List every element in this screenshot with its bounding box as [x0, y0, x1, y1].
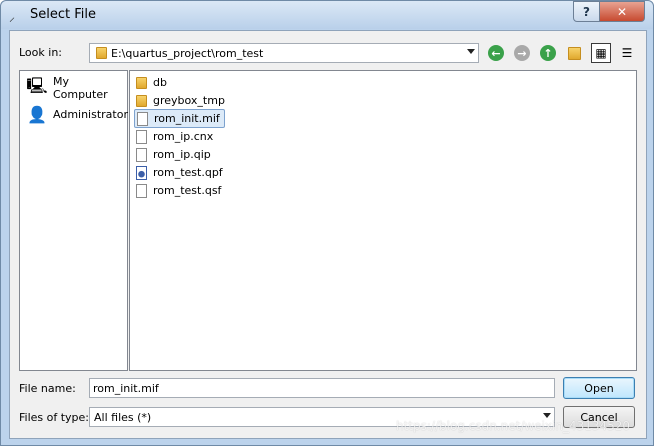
file-icon: [134, 129, 148, 144]
file-name: rom_test.qsf: [153, 184, 222, 197]
list-item[interactable]: greybox_tmp: [134, 92, 225, 109]
help-button[interactable]: ?: [573, 1, 600, 22]
sidebar-item-label: Administrator: [53, 107, 128, 121]
file-name: rom_init.mif: [154, 112, 220, 125]
detail-view-icon[interactable]: ☰: [617, 43, 637, 63]
window-title: Select File: [30, 7, 96, 22]
file-name: rom_ip.cnx: [153, 130, 214, 143]
file-name: rom_ip.qip: [153, 148, 211, 161]
select-file-dialog: ⸝ Select File ? ✕ Look in: E:\quartus_pr…: [0, 0, 654, 446]
close-button[interactable]: ✕: [599, 1, 645, 22]
look-in-combo[interactable]: E:\quartus_project\rom_test: [89, 43, 479, 63]
sidebar: 🖳 My Computer 👤 Administrator: [19, 70, 128, 371]
computer-icon: 🖳: [26, 75, 48, 95]
file-icon: [134, 183, 148, 198]
folder-icon: [134, 76, 148, 90]
list-item[interactable]: rom_test.qsf: [134, 182, 221, 199]
list-item[interactable]: rom_ip.qip: [134, 146, 211, 163]
folder-icon: [134, 94, 148, 108]
files-of-type-value: All files (*): [94, 411, 152, 424]
open-button[interactable]: Open: [563, 377, 635, 399]
sidebar-item-administrator[interactable]: 👤 Administrator: [26, 102, 128, 126]
sidebar-item-my-computer[interactable]: 🖳 My Computer: [26, 75, 127, 101]
chevron-down-icon: [467, 49, 475, 54]
file-name-label: File name:: [19, 382, 76, 395]
file-name: db: [153, 76, 167, 89]
up-folder-icon[interactable]: ↑: [540, 45, 556, 61]
user-icon: 👤: [27, 104, 47, 124]
file-icon: [134, 147, 148, 162]
file-name: rom_test.qpf: [153, 166, 223, 179]
folder-icon: [96, 47, 107, 59]
new-folder-icon[interactable]: [564, 43, 584, 63]
files-of-type-label: Files of type:: [19, 411, 90, 424]
list-item[interactable]: rom_test.qpf: [134, 164, 223, 181]
forward-icon[interactable]: →: [514, 45, 530, 61]
file-name: greybox_tmp: [153, 94, 225, 107]
sidebar-item-label: My Computer: [52, 75, 108, 101]
file-name-field[interactable]: rom_init.mif: [89, 378, 555, 398]
watermark: https://blog.csdn.net/weixin_43134520: [396, 419, 631, 433]
look-in-label: Look in:: [19, 46, 62, 59]
file-icon: [135, 111, 149, 126]
chevron-down-icon: [543, 413, 551, 418]
look-in-path: E:\quartus_project\rom_test: [111, 47, 264, 60]
app-icon: ⸝: [9, 10, 16, 24]
title-bar[interactable]: ⸝ Select File ? ✕: [1, 1, 653, 29]
list-item[interactable]: rom_ip.cnx: [134, 128, 213, 145]
back-icon[interactable]: ←: [488, 45, 504, 61]
list-item[interactable]: db: [134, 74, 167, 91]
dialog-body: Look in: E:\quartus_project\rom_test ← →…: [9, 30, 647, 439]
list-view-icon[interactable]: ▦: [591, 43, 611, 63]
file-list: db greybox_tmp rom_init.mif rom_ip.cnx r…: [129, 70, 637, 371]
list-item[interactable]: rom_init.mif: [134, 109, 225, 128]
project-file-icon: [134, 165, 148, 180]
